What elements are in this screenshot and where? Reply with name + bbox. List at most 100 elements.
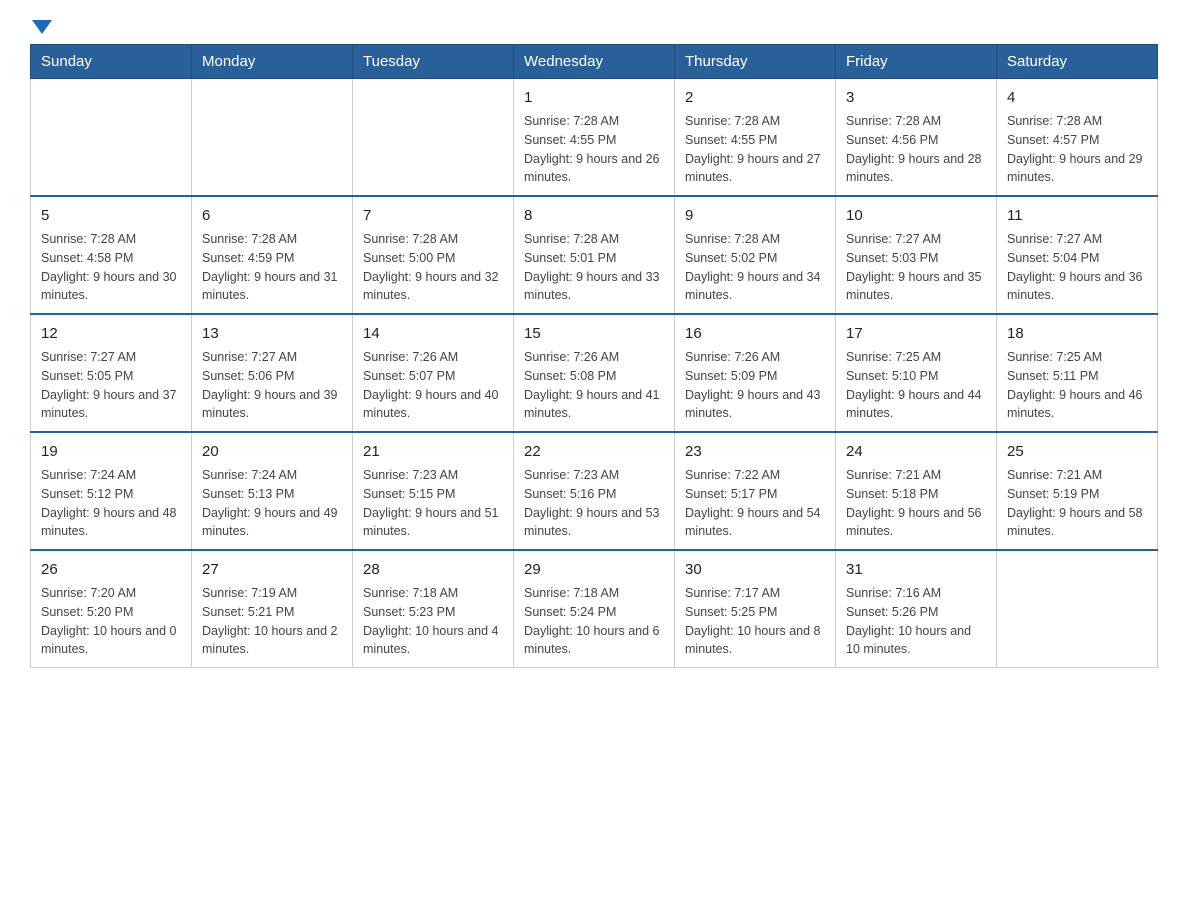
calendar-day-cell: 18 Sunrise: 7:25 AMSunset: 5:11 PMDayligh… <box>997 314 1158 432</box>
day-info: Sunrise: 7:23 AMSunset: 5:16 PMDaylight:… <box>524 466 664 541</box>
day-number: 17 <box>846 323 986 344</box>
day-number: 5 <box>41 205 181 226</box>
calendar-day-cell <box>31 79 192 197</box>
day-info: Sunrise: 7:26 AMSunset: 5:09 PMDaylight:… <box>685 348 825 423</box>
calendar-day-cell: 12 Sunrise: 7:27 AMSunset: 5:05 PMDayligh… <box>31 314 192 432</box>
day-number: 31 <box>846 559 986 580</box>
day-info: Sunrise: 7:28 AMSunset: 4:56 PMDaylight:… <box>846 112 986 187</box>
day-number: 8 <box>524 205 664 226</box>
calendar-day-cell: 9 Sunrise: 7:28 AMSunset: 5:02 PMDaylight… <box>675 196 836 314</box>
day-info: Sunrise: 7:25 AMSunset: 5:11 PMDaylight:… <box>1007 348 1147 423</box>
day-info: Sunrise: 7:16 AMSunset: 5:26 PMDaylight:… <box>846 584 986 659</box>
day-info: Sunrise: 7:18 AMSunset: 5:24 PMDaylight:… <box>524 584 664 659</box>
calendar-day-cell: 7 Sunrise: 7:28 AMSunset: 5:00 PMDaylight… <box>353 196 514 314</box>
day-number: 21 <box>363 441 503 462</box>
calendar-day-cell: 20 Sunrise: 7:24 AMSunset: 5:13 PMDayligh… <box>192 432 353 550</box>
header-thursday: Thursday <box>675 45 836 79</box>
day-number: 29 <box>524 559 664 580</box>
day-info: Sunrise: 7:27 AMSunset: 5:06 PMDaylight:… <box>202 348 342 423</box>
calendar-day-cell: 23 Sunrise: 7:22 AMSunset: 5:17 PMDayligh… <box>675 432 836 550</box>
day-info: Sunrise: 7:28 AMSunset: 4:55 PMDaylight:… <box>524 112 664 187</box>
day-number: 7 <box>363 205 503 226</box>
day-number: 20 <box>202 441 342 462</box>
calendar-day-cell: 10Sunrise: 7:27 AMSunset: 5:03 PMDayligh… <box>836 196 997 314</box>
calendar-week-row: 12 Sunrise: 7:27 AMSunset: 5:05 PMDayligh… <box>31 314 1158 432</box>
day-number: 4 <box>1007 87 1147 108</box>
day-number: 28 <box>363 559 503 580</box>
day-info: Sunrise: 7:21 AMSunset: 5:18 PMDaylight:… <box>846 466 986 541</box>
calendar-day-cell: 22 Sunrise: 7:23 AMSunset: 5:16 PMDayligh… <box>514 432 675 550</box>
calendar-day-cell: 1 Sunrise: 7:28 AMSunset: 4:55 PMDaylight… <box>514 79 675 197</box>
day-number: 3 <box>846 87 986 108</box>
calendar-day-cell: 17 Sunrise: 7:25 AMSunset: 5:10 PMDayligh… <box>836 314 997 432</box>
calendar-day-cell: 5 Sunrise: 7:28 AMSunset: 4:58 PMDaylight… <box>31 196 192 314</box>
header-saturday: Saturday <box>997 45 1158 79</box>
day-info: Sunrise: 7:27 AMSunset: 5:05 PMDaylight:… <box>41 348 181 423</box>
day-info: Sunrise: 7:28 AMSunset: 4:55 PMDaylight:… <box>685 112 825 187</box>
calendar-day-cell: 21 Sunrise: 7:23 AMSunset: 5:15 PMDayligh… <box>353 432 514 550</box>
day-info: Sunrise: 7:28 AMSunset: 4:58 PMDaylight:… <box>41 230 181 305</box>
day-number: 30 <box>685 559 825 580</box>
day-info: Sunrise: 7:18 AMSunset: 5:23 PMDaylight:… <box>363 584 503 659</box>
day-info: Sunrise: 7:28 AMSunset: 4:59 PMDaylight:… <box>202 230 342 305</box>
calendar-day-cell: 16 Sunrise: 7:26 AMSunset: 5:09 PMDayligh… <box>675 314 836 432</box>
day-number: 25 <box>1007 441 1147 462</box>
calendar-day-cell: 14Sunrise: 7:26 AMSunset: 5:07 PMDayligh… <box>353 314 514 432</box>
header-friday: Friday <box>836 45 997 79</box>
calendar-day-cell: 30Sunrise: 7:17 AMSunset: 5:25 PMDayligh… <box>675 550 836 668</box>
day-number: 16 <box>685 323 825 344</box>
calendar-day-cell: 24 Sunrise: 7:21 AMSunset: 5:18 PMDayligh… <box>836 432 997 550</box>
calendar-day-cell: 29 Sunrise: 7:18 AMSunset: 5:24 PMDayligh… <box>514 550 675 668</box>
header-tuesday: Tuesday <box>353 45 514 79</box>
day-info: Sunrise: 7:20 AMSunset: 5:20 PMDaylight:… <box>41 584 181 659</box>
day-number: 18 <box>1007 323 1147 344</box>
calendar-day-cell <box>353 79 514 197</box>
day-info: Sunrise: 7:28 AMSunset: 5:00 PMDaylight:… <box>363 230 503 305</box>
day-number: 23 <box>685 441 825 462</box>
day-info: Sunrise: 7:23 AMSunset: 5:15 PMDaylight:… <box>363 466 503 541</box>
day-number: 10 <box>846 205 986 226</box>
day-number: 24 <box>846 441 986 462</box>
calendar-day-cell: 31 Sunrise: 7:16 AMSunset: 5:26 PMDayligh… <box>836 550 997 668</box>
day-info: Sunrise: 7:22 AMSunset: 5:17 PMDaylight:… <box>685 466 825 541</box>
calendar-day-cell: 3 Sunrise: 7:28 AMSunset: 4:56 PMDaylight… <box>836 79 997 197</box>
day-number: 12 <box>41 323 181 344</box>
day-number: 26 <box>41 559 181 580</box>
day-info: Sunrise: 7:28 AMSunset: 4:57 PMDaylight:… <box>1007 112 1147 187</box>
header-sunday: Sunday <box>31 45 192 79</box>
calendar-day-cell: 2 Sunrise: 7:28 AMSunset: 4:55 PMDaylight… <box>675 79 836 197</box>
calendar-day-cell: 15 Sunrise: 7:26 AMSunset: 5:08 PMDayligh… <box>514 314 675 432</box>
day-info: Sunrise: 7:25 AMSunset: 5:10 PMDaylight:… <box>846 348 986 423</box>
day-number: 13 <box>202 323 342 344</box>
calendar-day-cell: 8 Sunrise: 7:28 AMSunset: 5:01 PMDaylight… <box>514 196 675 314</box>
day-info: Sunrise: 7:26 AMSunset: 5:08 PMDaylight:… <box>524 348 664 423</box>
calendar-week-row: 19 Sunrise: 7:24 AMSunset: 5:12 PMDayligh… <box>31 432 1158 550</box>
day-number: 15 <box>524 323 664 344</box>
day-info: Sunrise: 7:28 AMSunset: 5:01 PMDaylight:… <box>524 230 664 305</box>
day-number: 19 <box>41 441 181 462</box>
calendar-day-cell <box>192 79 353 197</box>
calendar-day-cell: 26 Sunrise: 7:20 AMSunset: 5:20 PMDayligh… <box>31 550 192 668</box>
day-number: 27 <box>202 559 342 580</box>
day-info: Sunrise: 7:19 AMSunset: 5:21 PMDaylight:… <box>202 584 342 659</box>
day-info: Sunrise: 7:24 AMSunset: 5:13 PMDaylight:… <box>202 466 342 541</box>
calendar-day-cell: 4 Sunrise: 7:28 AMSunset: 4:57 PMDaylight… <box>997 79 1158 197</box>
calendar-day-cell: 28 Sunrise: 7:18 AMSunset: 5:23 PMDayligh… <box>353 550 514 668</box>
day-number: 9 <box>685 205 825 226</box>
weekday-header-row: Sunday Monday Tuesday Wednesday Thursday… <box>31 45 1158 79</box>
day-info: Sunrise: 7:24 AMSunset: 5:12 PMDaylight:… <box>41 466 181 541</box>
header-monday: Monday <box>192 45 353 79</box>
logo <box>30 20 52 34</box>
day-info: Sunrise: 7:28 AMSunset: 5:02 PMDaylight:… <box>685 230 825 305</box>
day-number: 6 <box>202 205 342 226</box>
header-wednesday: Wednesday <box>514 45 675 79</box>
calendar-day-cell: 19 Sunrise: 7:24 AMSunset: 5:12 PMDayligh… <box>31 432 192 550</box>
calendar-day-cell: 13 Sunrise: 7:27 AMSunset: 5:06 PMDayligh… <box>192 314 353 432</box>
calendar-day-cell: 25Sunrise: 7:21 AMSunset: 5:19 PMDayligh… <box>997 432 1158 550</box>
day-number: 1 <box>524 87 664 108</box>
calendar-day-cell: 27 Sunrise: 7:19 AMSunset: 5:21 PMDayligh… <box>192 550 353 668</box>
day-info: Sunrise: 7:27 AMSunset: 5:04 PMDaylight:… <box>1007 230 1147 305</box>
page-header <box>30 20 1158 34</box>
day-number: 22 <box>524 441 664 462</box>
day-number: 2 <box>685 87 825 108</box>
